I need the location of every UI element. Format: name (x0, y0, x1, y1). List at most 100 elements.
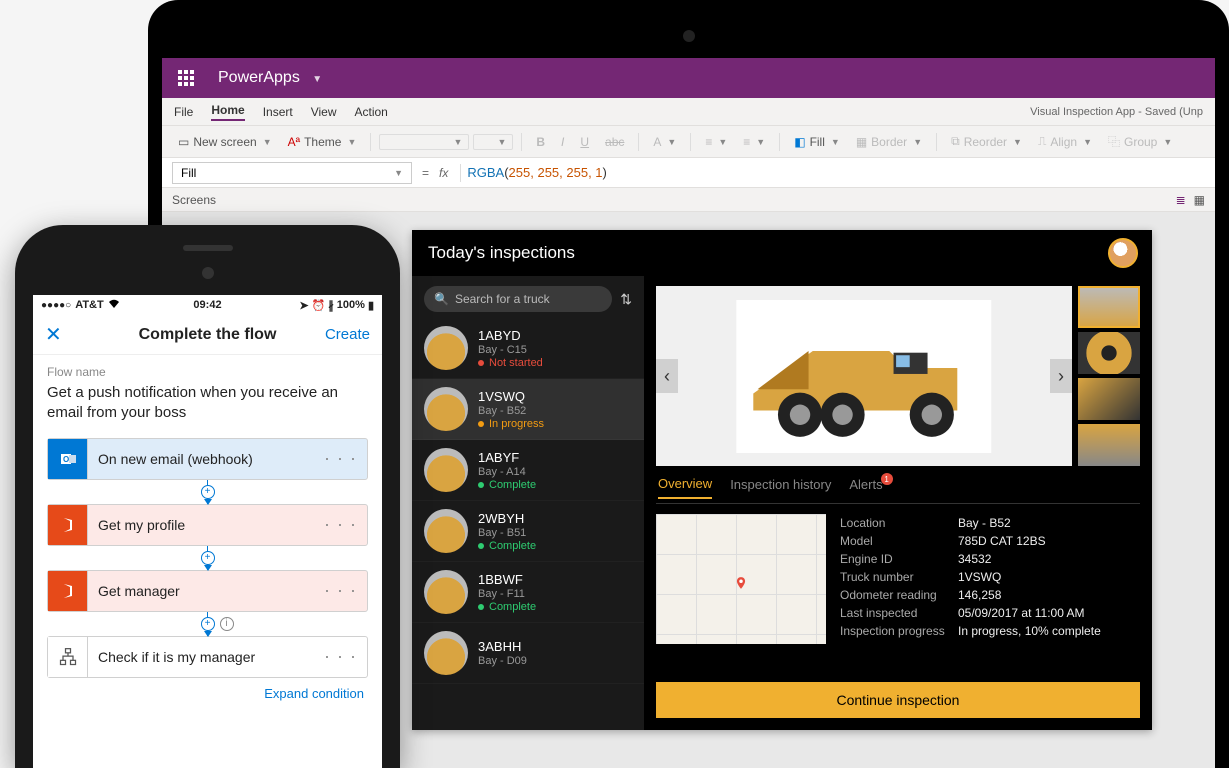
expand-condition-link[interactable]: Expand condition (47, 678, 368, 709)
font-select[interactable]: ▼ (379, 134, 469, 150)
truck-id: 1ABYF (478, 450, 536, 465)
chevron-down-icon: ▼ (312, 74, 322, 85)
add-step-button[interactable]: + (201, 551, 215, 565)
separator (521, 133, 522, 151)
separator (779, 133, 780, 151)
truck-list-panel: 🔍 Search for a truck ⇅ 1ABYD Bay - C15 (412, 276, 644, 730)
truck-item[interactable]: 2WBYH Bay - B51 Complete (412, 501, 644, 562)
spec-label: Truck number (840, 570, 958, 584)
gallery-next-button[interactable]: › (1050, 359, 1072, 393)
gallery-thumb[interactable] (1078, 286, 1140, 328)
close-button[interactable]: ✕ (45, 322, 62, 347)
menu-home[interactable]: Home (211, 103, 244, 121)
truck-item[interactable]: 3ABHH Bay - D09 (412, 623, 644, 684)
property-selector[interactable]: Fill ▼ (172, 162, 412, 184)
flow-step-condition[interactable]: Check if it is my manager · · · (47, 636, 368, 678)
truck-info: 1ABYF Bay - A14 Complete (478, 450, 536, 491)
new-screen-button[interactable]: ▭ New screen ▼ (172, 133, 278, 151)
truck-item[interactable]: 1ABYF Bay - A14 Complete (412, 440, 644, 501)
image-gallery: ‹ (656, 286, 1140, 466)
underline-button[interactable]: U (574, 133, 595, 151)
bold-button[interactable]: B (530, 133, 551, 151)
tab-overview[interactable]: Overview (658, 476, 712, 499)
user-avatar[interactable] (1108, 238, 1138, 268)
search-input[interactable]: 🔍 Search for a truck (424, 286, 612, 312)
italic-button[interactable]: I (555, 133, 570, 151)
fill-icon: ◧ (794, 135, 805, 149)
alarm-icon: ⏰ (312, 299, 326, 312)
flow-header: ✕ Complete the flow Create (33, 315, 382, 355)
group-button[interactable]: ⿻ Group▼ (1102, 131, 1178, 152)
svg-text:O: O (63, 455, 69, 464)
more-icon[interactable]: · · · (314, 514, 367, 535)
truck-list: 1ABYD Bay - C15 Not started 1VSWQ Bay - … (412, 318, 644, 730)
list-view-icon[interactable]: ≣ (1176, 193, 1186, 207)
truck-item[interactable]: 1BBWF Bay - F11 Complete (412, 562, 644, 623)
formula-input[interactable]: RGBA(255, 255, 255, 1) (467, 165, 607, 181)
truck-thumb (424, 448, 468, 492)
gallery-prev-button[interactable]: ‹ (656, 359, 678, 393)
font-color-button[interactable]: A▼ (647, 133, 682, 151)
tab-alerts[interactable]: Alerts 1 (849, 477, 882, 498)
more-icon[interactable]: · · · (314, 448, 367, 469)
align-group-button[interactable]: ⎍ Align▼ (1032, 132, 1098, 151)
gallery-thumbs (1078, 286, 1140, 466)
bluetooth-icon: ∦ (328, 299, 334, 312)
continue-inspection-button[interactable]: Continue inspection (656, 682, 1140, 718)
truck-item[interactable]: 1VSWQ Bay - B52 In progress (412, 379, 644, 440)
thumb-view-icon[interactable]: ▦ (1194, 193, 1205, 207)
add-step-button[interactable]: + (201, 485, 215, 499)
flow-name-value: Get a push notification when you receive… (47, 383, 368, 424)
tab-history[interactable]: Inspection history (730, 477, 831, 498)
flow-connector: + (47, 546, 368, 570)
app-launcher-icon[interactable] (162, 58, 210, 98)
gallery-thumb[interactable] (1078, 424, 1140, 466)
fill-button[interactable]: ◧ Fill ▼ (788, 133, 846, 151)
truck-item[interactable]: 1ABYD Bay - C15 Not started (412, 318, 644, 379)
flow-step-trigger[interactable]: O On new email (webhook) · · · (47, 438, 368, 480)
truck-id: 3ABHH (478, 639, 527, 654)
theme-button[interactable]: Aª Theme ▼ (282, 133, 363, 151)
flow-step-label: Get manager (88, 583, 314, 599)
gallery-thumb[interactable] (1078, 378, 1140, 420)
truck-status: In progress (478, 418, 544, 430)
align-button[interactable]: ≡▼ (699, 133, 733, 151)
separator (460, 164, 461, 182)
location-map[interactable] (656, 514, 826, 644)
menu-view[interactable]: View (311, 105, 337, 119)
formula-fn: RGBA (467, 165, 504, 180)
truck-thumb (424, 509, 468, 553)
strike-button[interactable]: abc (599, 133, 630, 151)
menu-insert[interactable]: Insert (263, 105, 293, 119)
menu-file[interactable]: File (174, 105, 193, 119)
new-screen-label: New screen (193, 135, 256, 149)
more-icon[interactable]: · · · (314, 580, 367, 601)
border-button[interactable]: ▦ Border▼ (850, 133, 928, 151)
spec-value: Bay - B52 (958, 516, 1011, 530)
reorder-button[interactable]: ⧉ Reorder▼ (945, 132, 1028, 151)
more-icon[interactable]: · · · (314, 646, 367, 667)
add-step-button[interactable]: + (201, 617, 215, 631)
arrow-down-icon (204, 565, 212, 571)
sort-icon[interactable]: ⇅ (620, 291, 632, 308)
powerapps-brand[interactable]: PowerApps ▼ (210, 69, 330, 87)
create-button[interactable]: Create (325, 326, 370, 343)
battery-label: 100% (337, 299, 365, 311)
font-size-select[interactable]: ▼ (473, 134, 513, 150)
separator (936, 133, 937, 151)
truck-id: 1BBWF (478, 572, 536, 587)
info-icon[interactable]: i (220, 617, 234, 631)
phone-frame: ●●●●○ AT&T 09:42 ➤ ⏰ ∦ 100% ▮ ✕ Complete… (15, 225, 400, 768)
truck-thumb (424, 631, 468, 675)
flow-step-action[interactable]: Get manager · · · (47, 570, 368, 612)
flow-step-action[interactable]: Get my profile · · · (47, 504, 368, 546)
menu-action[interactable]: Action (355, 105, 388, 119)
property-label: Fill (181, 166, 196, 180)
search-placeholder: Search for a truck (455, 292, 550, 306)
valign-button[interactable]: ≡▼ (737, 133, 771, 151)
carrier-label: AT&T (75, 299, 104, 311)
truck-info: 1VSWQ Bay - B52 In progress (478, 389, 544, 430)
gallery-thumb[interactable] (1078, 332, 1140, 374)
app-canvas: Today's inspections 🔍 Search for a truck… (412, 230, 1152, 730)
truck-status: Complete (478, 601, 536, 613)
